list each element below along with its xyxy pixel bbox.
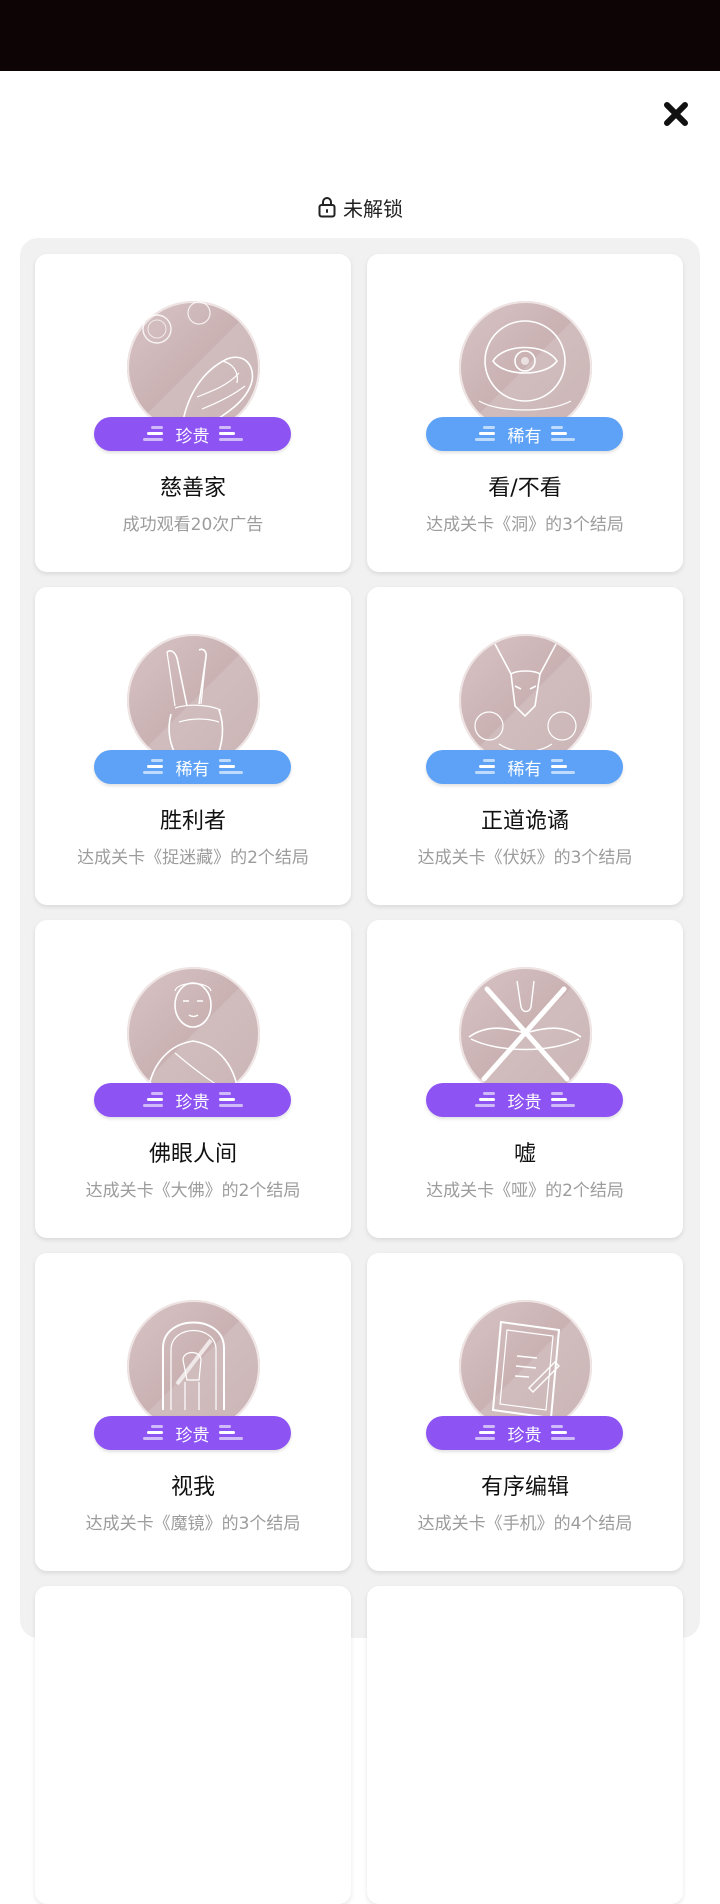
- badge-right-ornament-icon: [218, 425, 243, 443]
- achievement-card[interactable]: 稀有 正道诡谲 达成关卡《伏妖》的3个结局: [367, 587, 683, 905]
- achievement-name: 佛眼人间: [148, 1142, 237, 1167]
- badge-left-ornament-icon: [142, 1424, 167, 1442]
- achievement-card[interactable]: 珍贵 慈善家 成功观看20次广告: [35, 254, 351, 572]
- lock-icon: [317, 196, 337, 218]
- achievement-card[interactable]: 珍贵 视我 达成关卡《魔镜》的3个结局: [35, 1253, 351, 1571]
- rarity-badge: 珍贵: [94, 417, 291, 451]
- achievement-name: 胜利者: [159, 809, 226, 834]
- achievement-description: 达成关卡《大佛》的2个结局: [85, 1181, 301, 1201]
- achievement-card[interactable]: [367, 1586, 683, 1904]
- rarity-label: 珍贵: [507, 1092, 542, 1113]
- achievement-name: 嘘: [513, 1142, 536, 1167]
- rarity-badge: 珍贵: [94, 1416, 291, 1450]
- rarity-badge: 稀有: [426, 750, 623, 784]
- achievement-card[interactable]: 稀有 胜利者 达成关卡《捉迷藏》的2个结局: [35, 587, 351, 905]
- achievement-description: 达成关卡《洞》的3个结局: [426, 515, 624, 535]
- achievement-description: 达成关卡《哑》的2个结局: [426, 1181, 624, 1201]
- badge-right-ornament-icon: [550, 1091, 575, 1109]
- achievement-name: 视我: [170, 1475, 215, 1500]
- badge-left-ornament-icon: [142, 425, 167, 443]
- achievement-name: 正道诡谲: [480, 809, 569, 834]
- rarity-label: 稀有: [175, 759, 210, 780]
- close-button[interactable]: [660, 98, 692, 130]
- achievement-name: 看/不看: [488, 476, 562, 501]
- fox-demon-sketch-icon: [459, 634, 592, 767]
- badge-right-ornament-icon: [550, 425, 575, 443]
- rarity-badge: 珍贵: [94, 1083, 291, 1117]
- rarity-label: 珍贵: [175, 1092, 210, 1113]
- badge-right-ornament-icon: [550, 1424, 575, 1442]
- rarity-badge: 珍贵: [426, 1416, 623, 1450]
- buddha-sketch-icon: [127, 967, 260, 1100]
- locked-section-title: 未解锁: [343, 196, 403, 221]
- eye-sketch-icon: [459, 301, 592, 434]
- rarity-badge: 珍贵: [426, 1083, 623, 1117]
- achievement-description: 成功观看20次广告: [122, 515, 264, 535]
- badge-right-ornament-icon: [218, 758, 243, 776]
- achievement-name: 有序编辑: [480, 1475, 569, 1500]
- achievement-card[interactable]: 稀有 看/不看 达成关卡《洞》的3个结局: [367, 254, 683, 572]
- rarity-label: 稀有: [507, 426, 542, 447]
- badge-left-ornament-icon: [142, 1091, 167, 1109]
- badge-right-ornament-icon: [218, 1091, 243, 1109]
- close-icon: [664, 102, 688, 126]
- badge-left-ornament-icon: [474, 425, 499, 443]
- achievement-description: 达成关卡《手机》的4个结局: [417, 1514, 633, 1534]
- rarity-label: 珍贵: [175, 1425, 210, 1446]
- achievement-description: 达成关卡《魔镜》的3个结局: [85, 1514, 301, 1534]
- achievement-card[interactable]: 珍贵 嘘 达成关卡《哑》的2个结局: [367, 920, 683, 1238]
- achievement-card[interactable]: [35, 1586, 351, 1904]
- coin-hand-sketch-icon: [127, 301, 260, 434]
- achievement-panel: 珍贵 慈善家 成功观看20次广告 稀有 看/不看 达成关卡《洞》的3个结局 稀有…: [20, 238, 700, 1904]
- rarity-badge: 稀有: [94, 750, 291, 784]
- badge-left-ornament-icon: [142, 758, 167, 776]
- phone-sketch-icon: [459, 1300, 592, 1433]
- rarity-label: 珍贵: [507, 1425, 542, 1446]
- achievement-card[interactable]: 珍贵 有序编辑 达成关卡《手机》的4个结局: [367, 1253, 683, 1571]
- mirror-sketch-icon: [127, 1300, 260, 1433]
- badge-right-ornament-icon: [218, 1424, 243, 1442]
- achievement-description: 达成关卡《伏妖》的3个结局: [417, 848, 633, 868]
- badge-right-ornament-icon: [550, 758, 575, 776]
- rarity-label: 稀有: [507, 759, 542, 780]
- achievement-name: 慈善家: [159, 476, 226, 501]
- badge-left-ornament-icon: [474, 1424, 499, 1442]
- rarity-label: 珍贵: [175, 426, 210, 447]
- locked-section-header: 未解锁: [0, 190, 720, 224]
- achievement-card[interactable]: 珍贵 佛眼人间 达成关卡《大佛》的2个结局: [35, 920, 351, 1238]
- achievement-description: 达成关卡《捉迷藏》的2个结局: [77, 848, 309, 868]
- victory-hand-sketch-icon: [127, 634, 260, 767]
- crossed-mouth-sketch-icon: [459, 967, 592, 1100]
- status-bar: [0, 0, 720, 71]
- badge-left-ornament-icon: [474, 758, 499, 776]
- badge-left-ornament-icon: [474, 1091, 499, 1109]
- rarity-badge: 稀有: [426, 417, 623, 451]
